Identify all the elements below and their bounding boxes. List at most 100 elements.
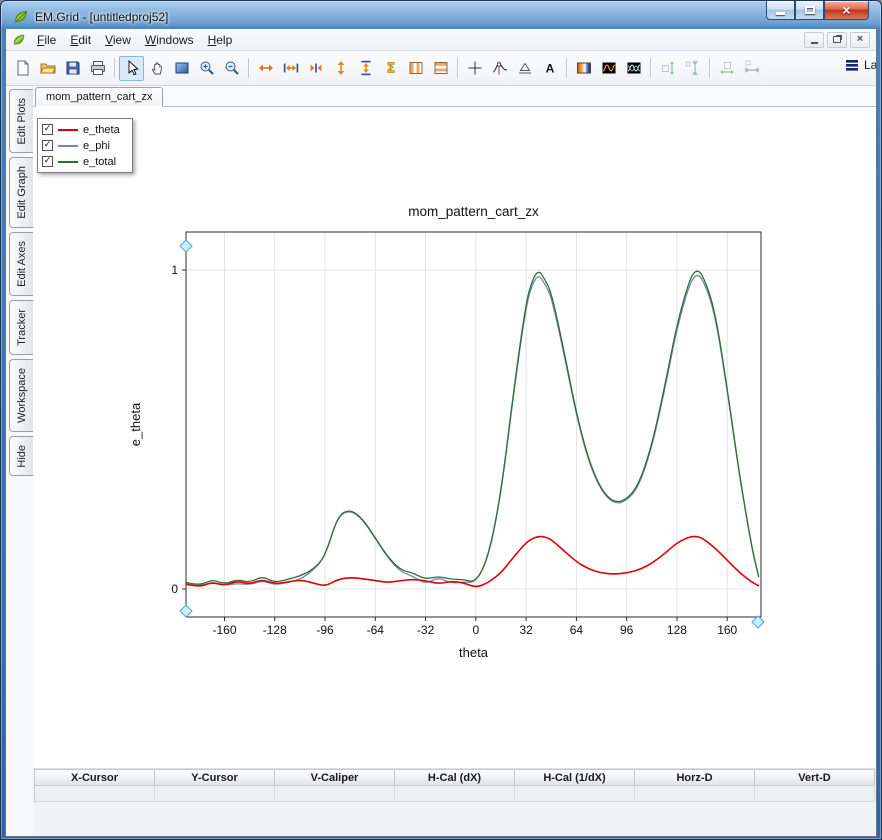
legend[interactable]: e_theta e_phi e_total	[37, 118, 133, 173]
print-button[interactable]	[85, 56, 110, 81]
caliper-button[interactable]	[512, 56, 537, 81]
save-button[interactable]	[60, 56, 85, 81]
expand-horizontal-icon	[258, 60, 274, 76]
colormap-button[interactable]	[571, 56, 596, 81]
svg-text:64: 64	[570, 623, 584, 637]
zoom-out-button[interactable]	[219, 56, 244, 81]
app-window: EM.Grid - [untitledproj52] × File Edit V…	[0, 0, 882, 840]
side-tab-edit-graph[interactable]: Edit Graph	[9, 157, 33, 228]
legend-label: e_phi	[83, 140, 110, 152]
waveform-multi-button[interactable]	[621, 56, 646, 81]
y-lock-icon	[685, 60, 701, 76]
side-tab-label: Workspace	[16, 368, 28, 423]
maximize-button[interactable]	[795, 1, 824, 20]
menu-windows[interactable]: Windows	[138, 30, 201, 50]
column-header: Horz-D	[635, 769, 755, 786]
open-folder-button[interactable]	[35, 56, 60, 81]
print-icon	[90, 60, 106, 76]
expand-horizontal-button[interactable]	[253, 56, 278, 81]
title-bar[interactable]: EM.Grid - [untitledproj52] ×	[5, 1, 877, 29]
svg-text:-32: -32	[417, 623, 435, 637]
mdi-minimize-button[interactable]	[804, 32, 824, 48]
readout-cell	[35, 786, 155, 802]
x-autoscale-button[interactable]	[714, 56, 739, 81]
waveform-single-button[interactable]	[596, 56, 621, 81]
crosshair-icon	[467, 60, 483, 76]
side-tab-hide[interactable]: Hide	[9, 436, 33, 477]
zoom-region-icon	[174, 60, 190, 76]
mdi-restore-icon	[833, 36, 841, 43]
caliper-icon	[517, 60, 533, 76]
menu-file[interactable]: File	[30, 30, 63, 50]
menu-edit[interactable]: Edit	[63, 30, 98, 50]
zoom-region-button[interactable]	[169, 56, 194, 81]
compress-horizontal-button[interactable]	[303, 56, 328, 81]
side-tab-tracker[interactable]: Tracker	[9, 300, 33, 355]
y-autoscale-button[interactable]	[655, 56, 680, 81]
compress-horizontal-icon	[308, 60, 324, 76]
document-tab-row: mom_pattern_cart_zx	[33, 86, 876, 107]
series-color-swatch	[58, 129, 78, 131]
curve-tracker-button[interactable]	[487, 56, 512, 81]
toolbar-separator	[650, 58, 651, 78]
expand-vertical-button[interactable]	[328, 56, 353, 81]
x-lock-button[interactable]	[739, 56, 764, 81]
mdi-close-button[interactable]: ×	[850, 32, 870, 48]
svg-text:-64: -64	[367, 623, 385, 637]
side-tab-edit-axes[interactable]: Edit Axes	[9, 232, 33, 296]
tile-columns-icon	[408, 60, 424, 76]
legend-checkbox-e-theta[interactable]	[42, 124, 53, 135]
new-document-button[interactable]	[10, 56, 35, 81]
toolbar-separator	[566, 58, 567, 78]
waveform-multi-icon	[626, 60, 642, 76]
svg-text:160: 160	[717, 623, 737, 637]
legend-label: e_theta	[83, 124, 120, 136]
column-header: Vert-D	[755, 769, 875, 786]
expand-vertical-bounded-button[interactable]	[353, 56, 378, 81]
tile-rows-button[interactable]	[428, 56, 453, 81]
legend-item: e_total	[42, 155, 120, 168]
crosshair-button[interactable]	[462, 56, 487, 81]
pan-hand-button[interactable]	[144, 56, 169, 81]
svg-text:theta: theta	[459, 645, 489, 660]
legend-label: e_total	[83, 156, 116, 168]
tile-columns-button[interactable]	[403, 56, 428, 81]
select-arrow-button[interactable]	[119, 56, 144, 81]
legend-checkbox-e-phi[interactable]	[42, 140, 53, 151]
mdi-minimize-icon	[811, 42, 818, 44]
zoom-in-button[interactable]	[194, 56, 219, 81]
side-tab-label: Edit Plots	[16, 98, 28, 144]
menu-view[interactable]: View	[98, 30, 138, 50]
save-icon	[65, 60, 81, 76]
close-button[interactable]: ×	[824, 1, 869, 20]
legend-item: e_theta	[42, 123, 120, 136]
readout-cell	[635, 786, 755, 802]
minimize-icon	[776, 12, 785, 15]
expand-horizontal-bounded-button[interactable]	[278, 56, 303, 81]
document-icon	[12, 33, 26, 47]
toolbar-separator	[114, 58, 115, 78]
text-label-button[interactable]: A	[537, 56, 562, 81]
tracker-readout-panel: X-Cursor Y-Cursor V-Caliper H-Cal (dX) H…	[33, 768, 876, 836]
menu-help[interactable]: Help	[201, 30, 240, 50]
sum-icon: Σ	[383, 60, 399, 76]
chart-canvas[interactable]: -160-128-96-64-32032649612816001mom_patt…	[126, 192, 786, 672]
pan-hand-icon	[149, 60, 165, 76]
svg-text:96: 96	[620, 623, 634, 637]
column-header: H-Cal (1/dX)	[515, 769, 635, 786]
svg-text:A: A	[545, 62, 554, 76]
sum-button[interactable]: Σ	[378, 56, 403, 81]
y-lock-button[interactable]	[680, 56, 705, 81]
minimize-button[interactable]	[766, 1, 795, 20]
readout-cell	[275, 786, 395, 802]
new-document-icon	[15, 60, 31, 76]
column-header: X-Cursor	[35, 769, 155, 786]
side-tab-workspace[interactable]: Workspace	[9, 359, 33, 432]
svg-text:-96: -96	[316, 623, 334, 637]
mdi-restore-button[interactable]	[827, 32, 847, 48]
legend-checkbox-e-total[interactable]	[42, 156, 53, 167]
side-tab-edit-plots[interactable]: Edit Plots	[9, 89, 33, 153]
document-tab[interactable]: mom_pattern_cart_zx	[35, 87, 163, 107]
layout-label[interactable]: Layout	[864, 58, 876, 72]
window-title: EM.Grid - [untitledproj52]	[35, 10, 168, 24]
